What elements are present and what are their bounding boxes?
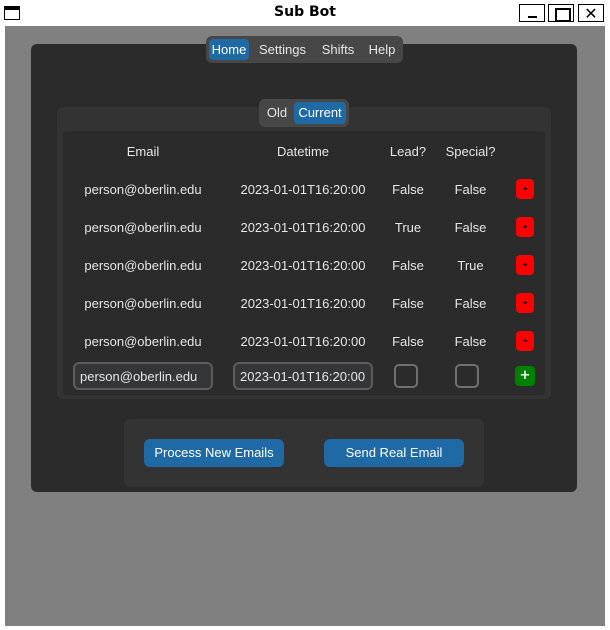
- header-email: Email: [126, 144, 160, 159]
- close-button[interactable]: ✕: [578, 4, 604, 22]
- header-special: Special?: [445, 144, 496, 159]
- delete-row-button[interactable]: -: [516, 217, 534, 237]
- row-email: person@oberlin.edu: [84, 296, 202, 311]
- row-datetime: 2023-01-01T16:20:00: [240, 182, 366, 197]
- send-real-email-button[interactable]: Send Real Email: [324, 439, 464, 467]
- email-table: Email Datetime Lead? Special? person@obe…: [63, 131, 545, 395]
- row-special: True: [457, 258, 484, 273]
- delete-row-button[interactable]: -: [516, 293, 534, 313]
- close-icon: ✕: [584, 4, 598, 23]
- row-special: False: [454, 334, 487, 349]
- tab-settings[interactable]: Settings: [254, 39, 311, 60]
- row-datetime: 2023-01-01T16:20:00: [240, 296, 366, 311]
- row-special: False: [454, 296, 487, 311]
- main-panel: Home Settings Shifts Help Old Current Em…: [31, 36, 577, 492]
- maximize-button[interactable]: [548, 4, 574, 22]
- row-datetime: 2023-01-01T16:20:00: [240, 258, 366, 273]
- new-email-input[interactable]: [73, 362, 213, 390]
- old-current-segmented: Old Current: [259, 99, 349, 127]
- title-bar: Sub Bot ✕: [0, 0, 610, 26]
- special-checkbox[interactable]: [455, 364, 479, 388]
- new-datetime-input[interactable]: [233, 362, 373, 390]
- actions-frame: Process New Emails Send Real Email: [124, 419, 484, 487]
- row-datetime: 2023-01-01T16:20:00: [240, 334, 366, 349]
- header-datetime: Datetime: [276, 144, 330, 159]
- segment-old[interactable]: Old: [262, 102, 292, 124]
- emails-frame: Old Current Email Datetime Lead? Special…: [57, 99, 551, 399]
- add-row-button[interactable]: +: [515, 366, 535, 386]
- row-email: person@oberlin.edu: [84, 258, 202, 273]
- lead-checkbox[interactable]: [394, 364, 418, 388]
- row-email: person@oberlin.edu: [84, 334, 202, 349]
- row-lead: True: [394, 220, 422, 235]
- row-email: person@oberlin.edu: [84, 220, 202, 235]
- delete-row-button[interactable]: -: [516, 255, 534, 275]
- row-lead: False: [392, 182, 424, 197]
- process-new-emails-button[interactable]: Process New Emails: [144, 439, 284, 467]
- tab-help[interactable]: Help: [364, 39, 400, 60]
- delete-row-button[interactable]: -: [516, 331, 534, 351]
- row-lead: False: [392, 334, 424, 349]
- row-special: False: [454, 220, 487, 235]
- delete-row-button[interactable]: -: [516, 179, 534, 199]
- window-body: Home Settings Shifts Help Old Current Em…: [5, 26, 605, 626]
- row-lead: False: [392, 296, 424, 311]
- segment-current[interactable]: Current: [294, 102, 346, 124]
- row-special: False: [454, 182, 487, 197]
- minimize-button[interactable]: [519, 4, 545, 22]
- nav-tabs: Home Settings Shifts Help: [206, 36, 403, 63]
- header-lead: Lead?: [389, 144, 427, 159]
- tab-shifts[interactable]: Shifts: [316, 39, 360, 60]
- row-datetime: 2023-01-01T16:20:00: [240, 220, 366, 235]
- row-lead: False: [392, 258, 424, 273]
- row-email: person@oberlin.edu: [84, 182, 202, 197]
- tab-home[interactable]: Home: [209, 39, 249, 60]
